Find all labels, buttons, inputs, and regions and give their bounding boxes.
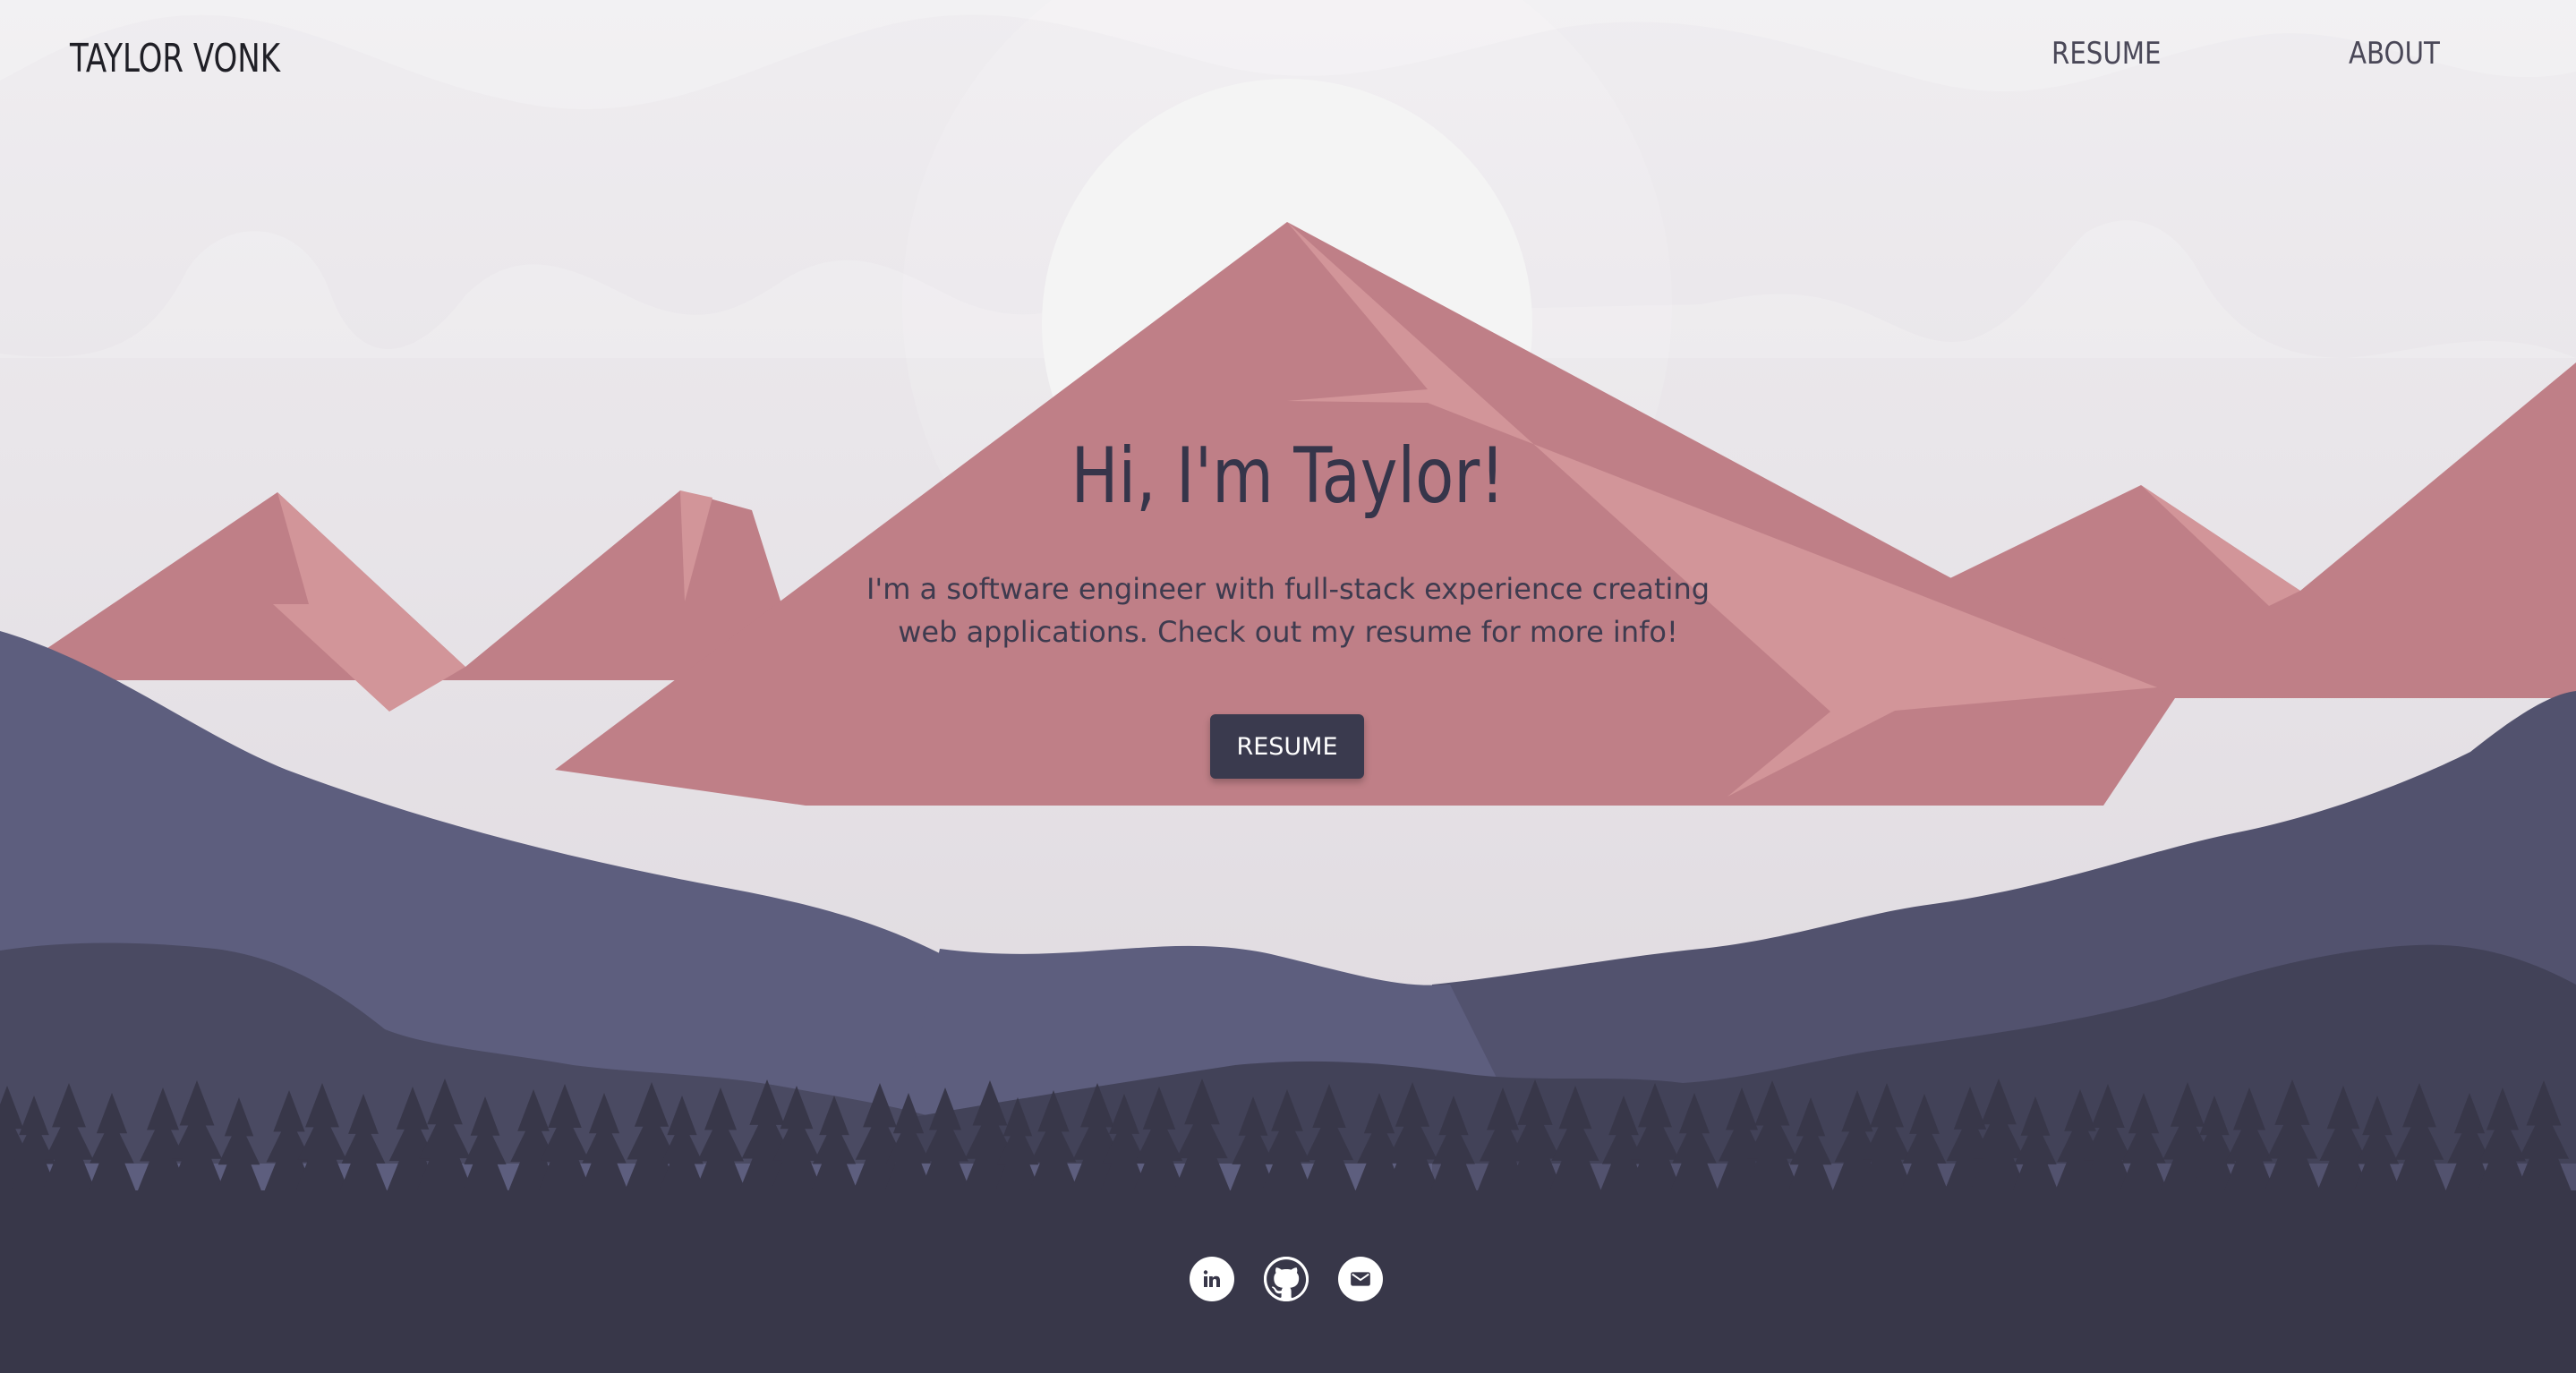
hero-subtitle: I'm a software engineer with full-stack … <box>866 572 1710 649</box>
resume-button[interactable]: RESUME <box>1210 714 1364 779</box>
email-link[interactable] <box>1338 1257 1383 1301</box>
landscape-background <box>0 0 2576 1373</box>
email-icon <box>1351 1272 1370 1286</box>
nav-resume-link[interactable]: RESUME <box>2051 36 2161 72</box>
linkedin-icon <box>1203 1270 1220 1287</box>
github-link[interactable] <box>1264 1257 1309 1301</box>
linkedin-link[interactable] <box>1190 1257 1234 1301</box>
hero-title: Hi, I'm Taylor! <box>1070 431 1506 521</box>
site-logo[interactable]: TAYLOR VONK <box>70 36 280 81</box>
social-links <box>1190 1257 1383 1301</box>
github-icon <box>1264 1257 1309 1301</box>
nav-about-link[interactable]: ABOUT <box>2349 36 2440 72</box>
